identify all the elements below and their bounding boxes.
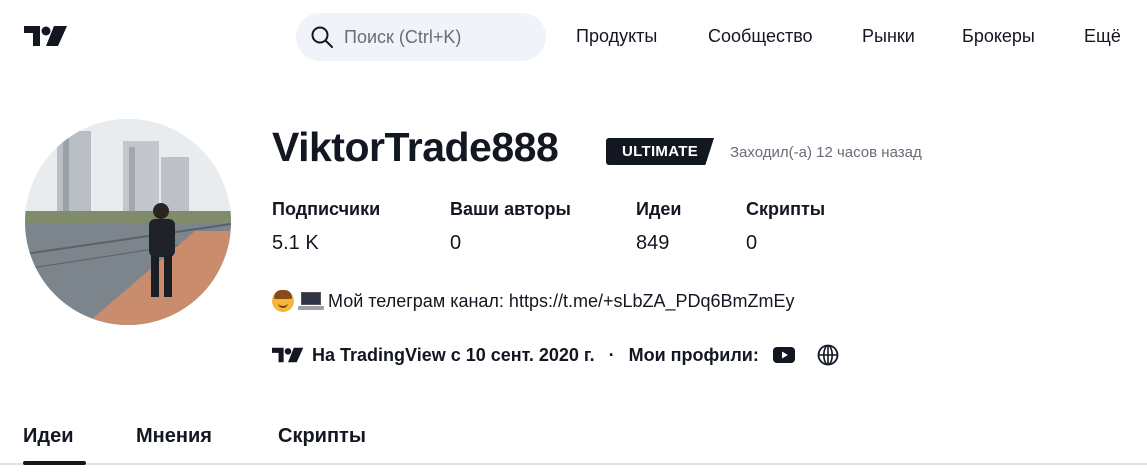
- plan-badge[interactable]: ULTIMATE: [606, 138, 714, 165]
- nav-more[interactable]: Ещё: [1084, 26, 1121, 50]
- separator-dot: ·: [608, 344, 615, 365]
- tab-opinions[interactable]: Мнения: [136, 425, 212, 448]
- bio-text[interactable]: Мой телеграм канал: https://t.me/+sLbZA_…: [328, 291, 795, 312]
- stat-followers-label[interactable]: Подписчики: [272, 199, 380, 220]
- stat-ideas-label[interactable]: Идеи: [636, 199, 681, 220]
- tab-scripts[interactable]: Скрипты: [278, 425, 366, 448]
- stat-followers-value[interactable]: 5.1 K: [272, 232, 319, 255]
- stat-scripts-value[interactable]: 0: [746, 232, 757, 255]
- tabs-divider: [0, 463, 1147, 465]
- last-seen-text: Заходил(-а) 12 часов назад: [730, 144, 922, 161]
- active-tab-indicator: [23, 461, 86, 465]
- profile-username: ViktorTrade888: [272, 124, 559, 170]
- stat-scripts-label[interactable]: Скрипты: [746, 199, 825, 220]
- profile-bio: Мой телеграм канал: https://t.me/+sLbZA_…: [272, 288, 795, 314]
- youtube-icon[interactable]: [772, 347, 795, 363]
- my-profiles-label: Мои профили:: [628, 344, 759, 365]
- nav-brokers[interactable]: Брокеры: [962, 26, 1035, 50]
- stat-following-value[interactable]: 0: [450, 232, 461, 255]
- avatar[interactable]: [25, 119, 231, 325]
- nav-markets[interactable]: Рынки: [862, 26, 915, 50]
- search-placeholder: Поиск (Ctrl+K): [344, 26, 462, 47]
- nav-products[interactable]: Продукты: [576, 26, 657, 50]
- member-since-text: На TradingView с 10 сент. 2020 г.: [312, 344, 595, 365]
- search-icon: [311, 26, 333, 48]
- tradingview-logo-icon[interactable]: [24, 24, 68, 48]
- stat-following-label[interactable]: Ваши авторы: [450, 199, 571, 220]
- tab-ideas[interactable]: Идеи: [23, 425, 74, 448]
- tradingview-logo-icon: [272, 347, 304, 363]
- globe-icon[interactable]: [817, 344, 839, 366]
- boy-face-icon: [272, 290, 294, 312]
- search-bar[interactable]: Поиск (Ctrl+K): [296, 13, 546, 61]
- member-since-row: На TradingView с 10 сент. 2020 г. · Мои …: [272, 342, 839, 368]
- laptop-icon: [298, 291, 324, 311]
- stat-ideas-value[interactable]: 849: [636, 232, 669, 255]
- nav-community[interactable]: Сообщество: [708, 26, 813, 50]
